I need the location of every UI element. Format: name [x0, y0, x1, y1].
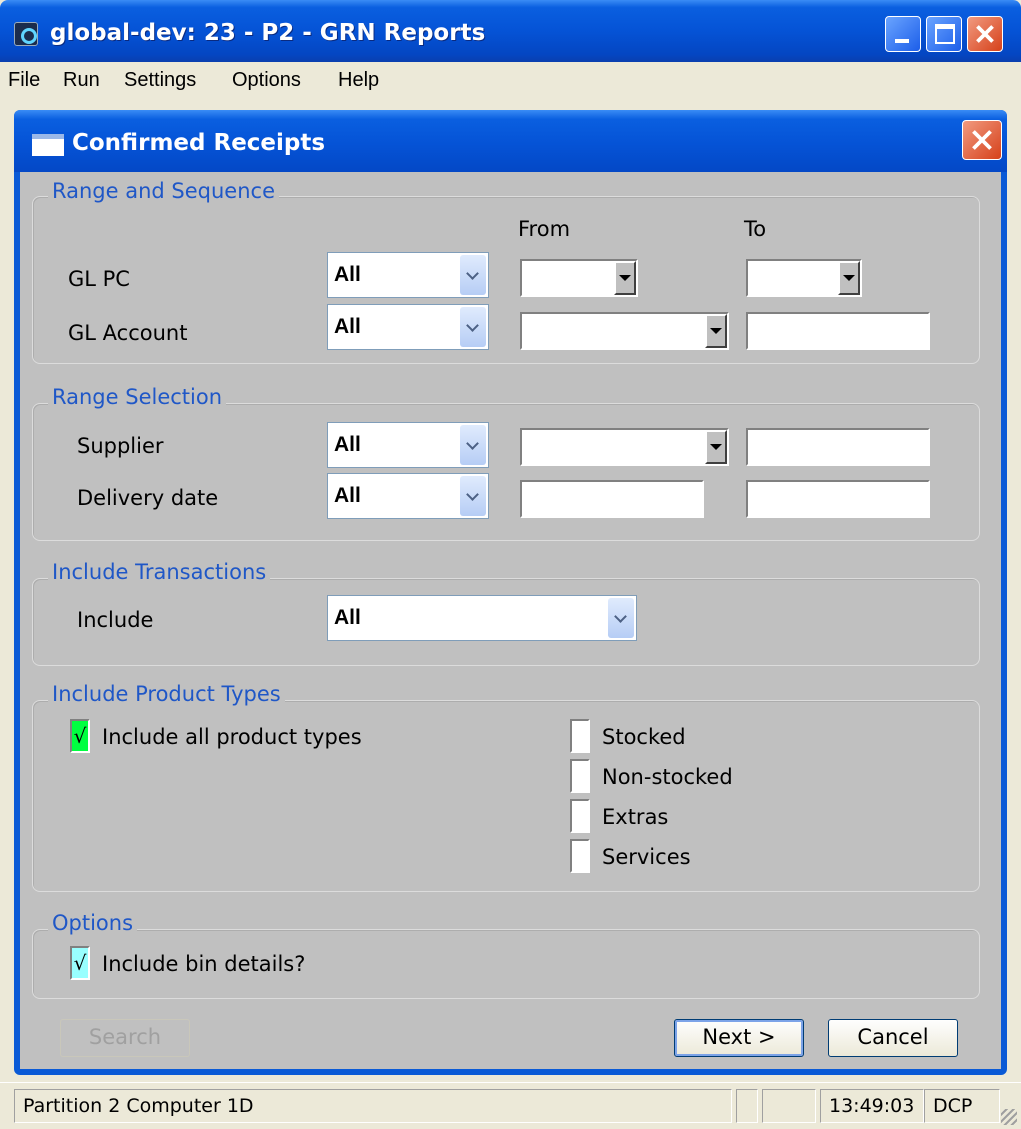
- delivery-date-from-field[interactable]: [520, 480, 704, 518]
- include-all-product-types-label: Include all product types: [102, 725, 362, 749]
- gl-pc-selection-combo[interactable]: All: [327, 252, 489, 298]
- menu-file[interactable]: File: [8, 69, 40, 92]
- gl-account-from-dropdown[interactable]: [520, 312, 729, 350]
- include-transactions-value: All: [334, 606, 361, 629]
- gl-pc-selection-value: All: [334, 263, 361, 286]
- supplier-selection-combo[interactable]: All: [327, 422, 489, 468]
- dialog-window-icon: [32, 134, 64, 156]
- cancel-button[interactable]: Cancel: [828, 1019, 958, 1057]
- delivery-date-to-field[interactable]: [746, 480, 930, 518]
- chevron-down-icon[interactable]: [460, 425, 486, 465]
- range-selection-group: [32, 403, 980, 541]
- chevron-down-icon[interactable]: [460, 255, 486, 295]
- dropdown-arrow-icon[interactable]: [705, 430, 727, 464]
- next-button[interactable]: Next >: [674, 1019, 804, 1057]
- include-bin-details-checkbox[interactable]: √: [70, 946, 90, 980]
- dropdown-arrow-icon[interactable]: [705, 314, 727, 348]
- status-bar: Partition 2 Computer 1D 13:49:03 DCP: [0, 1082, 1021, 1129]
- services-checkbox[interactable]: [570, 839, 590, 873]
- chevron-down-icon[interactable]: [460, 476, 486, 516]
- menu-run[interactable]: Run: [63, 69, 100, 92]
- gl-account-to-field[interactable]: [746, 312, 930, 350]
- supplier-to-field[interactable]: [746, 428, 930, 466]
- extras-label: Extras: [602, 805, 669, 829]
- include-all-product-types-checkbox[interactable]: √: [70, 719, 90, 753]
- supplier-from-dropdown[interactable]: [520, 428, 729, 466]
- stocked-checkbox[interactable]: [570, 719, 590, 753]
- gl-pc-to-dropdown[interactable]: [746, 259, 862, 297]
- maximize-button[interactable]: [926, 16, 962, 52]
- include-label: Include: [77, 608, 154, 632]
- supplier-selection-value: All: [334, 433, 361, 456]
- menu-help[interactable]: Help: [338, 69, 379, 92]
- user-status: DCP: [924, 1089, 1000, 1123]
- stocked-label: Stocked: [602, 725, 686, 749]
- chevron-down-icon[interactable]: [460, 307, 486, 347]
- minimize-icon: [895, 39, 909, 43]
- time-status: 13:49:03: [820, 1089, 924, 1123]
- dialog-title-bar[interactable]: Confirmed Receipts: [14, 110, 1007, 172]
- app-icon[interactable]: [14, 22, 38, 46]
- check-icon: √: [73, 724, 87, 748]
- include-bin-details-label: Include bin details?: [102, 952, 306, 976]
- gl-pc-label: GL PC: [68, 267, 130, 291]
- product-types-legend: Include Product Types: [48, 682, 285, 706]
- resize-grip-icon[interactable]: [1001, 1109, 1017, 1125]
- maximize-icon: [935, 24, 955, 44]
- to-header: To: [744, 217, 767, 241]
- include-transactions-combo[interactable]: All: [327, 595, 637, 641]
- supplier-label: Supplier: [77, 434, 164, 458]
- dropdown-arrow-icon[interactable]: [614, 261, 636, 295]
- menu-bar: File Run Settings Options Help: [0, 62, 1021, 100]
- include-transactions-legend: Include Transactions: [48, 560, 271, 584]
- dialog-body: Range and Sequence From To GL PC All GL …: [20, 172, 1001, 1069]
- dialog-close-button[interactable]: [962, 120, 1002, 160]
- close-icon: [972, 130, 992, 150]
- delivery-date-label: Delivery date: [77, 486, 219, 510]
- menu-settings[interactable]: Settings: [124, 69, 196, 92]
- gl-pc-from-dropdown[interactable]: [520, 259, 638, 297]
- services-label: Services: [602, 845, 691, 869]
- status-spacer-2: [762, 1089, 816, 1123]
- close-window-button[interactable]: [967, 16, 1003, 52]
- confirmed-receipts-dialog: Confirmed Receipts Range and Sequence Fr…: [14, 110, 1007, 1075]
- window-title: global-dev: 23 - P2 - GRN Reports: [50, 20, 486, 46]
- extras-checkbox[interactable]: [570, 799, 590, 833]
- gl-account-label: GL Account: [68, 321, 188, 345]
- range-selection-legend: Range Selection: [48, 385, 227, 409]
- gl-account-selection-combo[interactable]: All: [327, 304, 489, 350]
- minimize-button[interactable]: [885, 16, 921, 52]
- delivery-date-selection-value: All: [334, 484, 361, 507]
- from-header: From: [518, 217, 571, 241]
- range-sequence-legend: Range and Sequence: [48, 179, 280, 203]
- non-stocked-checkbox[interactable]: [570, 759, 590, 793]
- close-icon: [976, 25, 994, 43]
- partition-status: Partition 2 Computer 1D: [14, 1089, 732, 1123]
- non-stocked-label: Non-stocked: [602, 765, 733, 789]
- options-legend: Options: [48, 911, 138, 935]
- window-title-bar[interactable]: global-dev: 23 - P2 - GRN Reports: [0, 0, 1021, 62]
- menu-options[interactable]: Options: [232, 69, 301, 92]
- delivery-date-selection-combo[interactable]: All: [327, 473, 489, 519]
- chevron-down-icon[interactable]: [608, 598, 634, 638]
- dropdown-arrow-icon[interactable]: [838, 261, 860, 295]
- check-icon: √: [73, 951, 87, 975]
- search-button[interactable]: Search: [60, 1019, 190, 1057]
- dialog-title: Confirmed Receipts: [72, 130, 326, 156]
- gl-account-selection-value: All: [334, 315, 361, 338]
- status-spacer-1: [736, 1089, 758, 1123]
